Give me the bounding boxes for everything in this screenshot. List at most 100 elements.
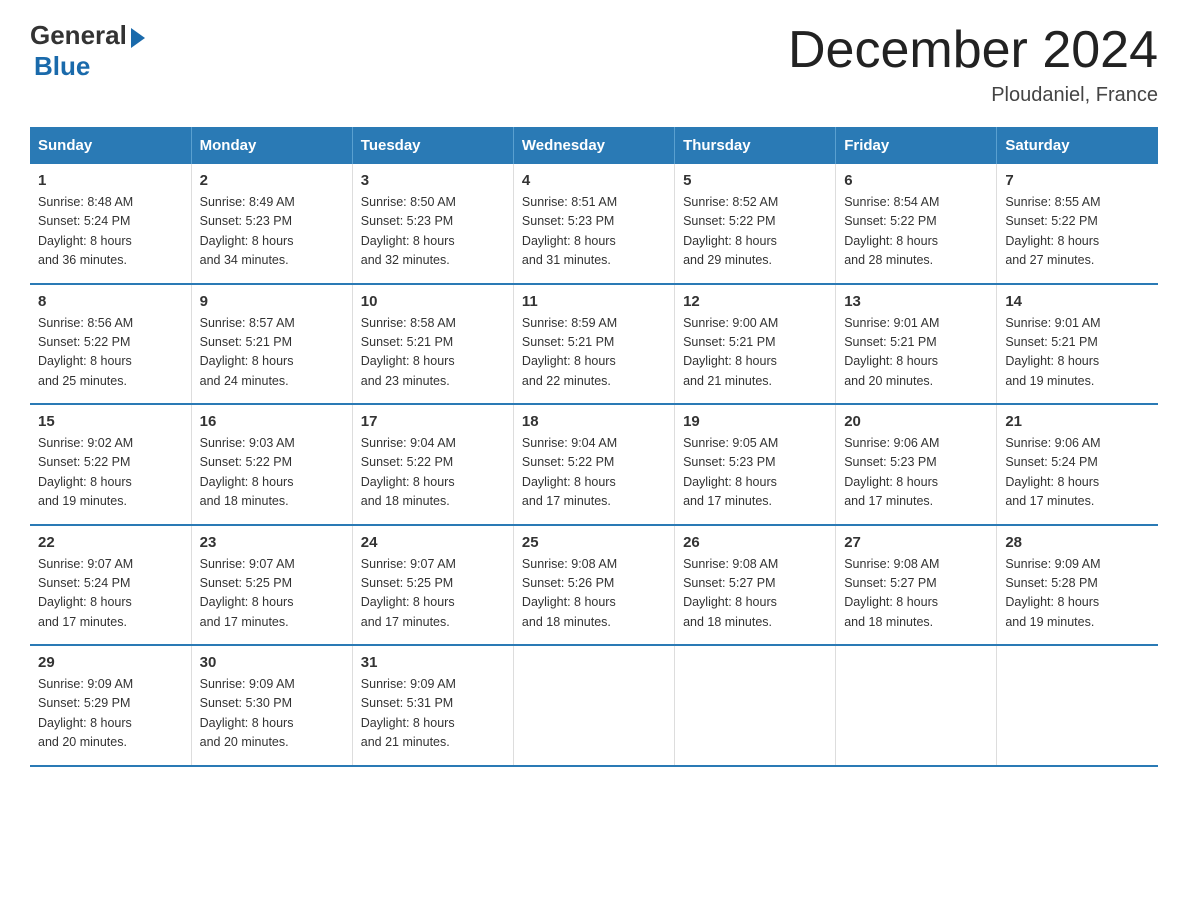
page-header: General Blue December 2024 Ploudaniel, F…	[30, 20, 1158, 107]
day-cell: 27 Sunrise: 9:08 AMSunset: 5:27 PMDayligh…	[836, 525, 997, 646]
day-info: Sunrise: 8:58 AMSunset: 5:21 PMDaylight:…	[361, 314, 505, 392]
day-number: 25	[522, 534, 666, 551]
day-info: Sunrise: 9:08 AMSunset: 5:27 PMDaylight:…	[683, 555, 827, 633]
day-info: Sunrise: 8:54 AMSunset: 5:22 PMDaylight:…	[844, 193, 988, 271]
day-cell: 4 Sunrise: 8:51 AMSunset: 5:23 PMDaylight…	[513, 164, 674, 284]
day-cell: 12 Sunrise: 9:00 AMSunset: 5:21 PMDayligh…	[675, 284, 836, 405]
day-info: Sunrise: 9:01 AMSunset: 5:21 PMDaylight:…	[1005, 314, 1150, 392]
day-cell: 8Sunrise: 8:56 AMSunset: 5:22 PMDaylight…	[30, 284, 191, 405]
day-info: Sunrise: 9:08 AMSunset: 5:26 PMDaylight:…	[522, 555, 666, 633]
column-header-tuesday: Tuesday	[352, 127, 513, 164]
day-info: Sunrise: 8:52 AMSunset: 5:22 PMDaylight:…	[683, 193, 827, 271]
day-number: 31	[361, 654, 505, 671]
day-info: Sunrise: 8:55 AMSunset: 5:22 PMDaylight:…	[1005, 193, 1150, 271]
day-cell: 14 Sunrise: 9:01 AMSunset: 5:21 PMDayligh…	[997, 284, 1158, 405]
day-number: 22	[38, 534, 183, 551]
day-cell: 21 Sunrise: 9:06 AMSunset: 5:24 PMDayligh…	[997, 404, 1158, 525]
day-number: 4	[522, 172, 666, 189]
day-cell: 11Sunrise: 8:59 AMSunset: 5:21 PMDayligh…	[513, 284, 674, 405]
column-header-friday: Friday	[836, 127, 997, 164]
day-cell: 6 Sunrise: 8:54 AMSunset: 5:22 PMDaylight…	[836, 164, 997, 284]
day-cell: 23 Sunrise: 9:07 AMSunset: 5:25 PMDayligh…	[191, 525, 352, 646]
day-number: 5	[683, 172, 827, 189]
day-cell: 13 Sunrise: 9:01 AMSunset: 5:21 PMDayligh…	[836, 284, 997, 405]
day-info: Sunrise: 9:02 AMSunset: 5:22 PMDaylight:…	[38, 434, 183, 512]
day-info: Sunrise: 9:01 AMSunset: 5:21 PMDaylight:…	[844, 314, 988, 392]
day-number: 19	[683, 413, 827, 430]
day-number: 6	[844, 172, 988, 189]
day-cell: 1 Sunrise: 8:48 AMSunset: 5:24 PMDaylight…	[30, 164, 191, 284]
day-info: Sunrise: 8:49 AMSunset: 5:23 PMDaylight:…	[200, 193, 344, 271]
day-number: 17	[361, 413, 505, 430]
day-number: 1	[38, 172, 183, 189]
day-cell: 19Sunrise: 9:05 AMSunset: 5:23 PMDayligh…	[675, 404, 836, 525]
day-info: Sunrise: 9:09 AMSunset: 5:28 PMDaylight:…	[1005, 555, 1150, 633]
day-number: 13	[844, 293, 988, 310]
day-cell: 20 Sunrise: 9:06 AMSunset: 5:23 PMDayligh…	[836, 404, 997, 525]
day-number: 7	[1005, 172, 1150, 189]
page-title: December 2024	[788, 20, 1158, 80]
calendar-table: SundayMondayTuesdayWednesdayThursdayFrid…	[30, 127, 1158, 767]
day-cell: 3 Sunrise: 8:50 AMSunset: 5:23 PMDaylight…	[352, 164, 513, 284]
day-cell: 2Sunrise: 8:49 AMSunset: 5:23 PMDaylight…	[191, 164, 352, 284]
day-cell: 18Sunrise: 9:04 AMSunset: 5:22 PMDayligh…	[513, 404, 674, 525]
day-cell: 24Sunrise: 9:07 AMSunset: 5:25 PMDayligh…	[352, 525, 513, 646]
day-cell: 10 Sunrise: 8:58 AMSunset: 5:21 PMDayligh…	[352, 284, 513, 405]
day-info: Sunrise: 8:48 AMSunset: 5:24 PMDaylight:…	[38, 193, 183, 271]
column-header-thursday: Thursday	[675, 127, 836, 164]
day-info: Sunrise: 9:08 AMSunset: 5:27 PMDaylight:…	[844, 555, 988, 633]
week-row-3: 15 Sunrise: 9:02 AMSunset: 5:22 PMDayligh…	[30, 404, 1158, 525]
week-row-5: 29Sunrise: 9:09 AMSunset: 5:29 PMDayligh…	[30, 645, 1158, 766]
day-number: 30	[200, 654, 344, 671]
logo-general-text: General	[30, 20, 127, 51]
day-info: Sunrise: 8:51 AMSunset: 5:23 PMDaylight:…	[522, 193, 666, 271]
day-info: Sunrise: 9:00 AMSunset: 5:21 PMDaylight:…	[683, 314, 827, 392]
day-number: 12	[683, 293, 827, 310]
day-cell: 22Sunrise: 9:07 AMSunset: 5:24 PMDayligh…	[30, 525, 191, 646]
day-cell	[836, 645, 997, 766]
day-info: Sunrise: 8:50 AMSunset: 5:23 PMDaylight:…	[361, 193, 505, 271]
day-number: 16	[200, 413, 344, 430]
day-number: 20	[844, 413, 988, 430]
day-number: 8	[38, 293, 183, 310]
day-number: 23	[200, 534, 344, 551]
day-number: 15	[38, 413, 183, 430]
day-info: Sunrise: 9:04 AMSunset: 5:22 PMDaylight:…	[361, 434, 505, 512]
day-cell: 15 Sunrise: 9:02 AMSunset: 5:22 PMDayligh…	[30, 404, 191, 525]
day-number: 21	[1005, 413, 1150, 430]
day-number: 27	[844, 534, 988, 551]
day-info: Sunrise: 9:04 AMSunset: 5:22 PMDaylight:…	[522, 434, 666, 512]
day-info: Sunrise: 8:59 AMSunset: 5:21 PMDaylight:…	[522, 314, 666, 392]
week-row-2: 8Sunrise: 8:56 AMSunset: 5:22 PMDaylight…	[30, 284, 1158, 405]
day-info: Sunrise: 8:57 AMSunset: 5:21 PMDaylight:…	[200, 314, 344, 392]
title-section: December 2024 Ploudaniel, France	[788, 20, 1158, 107]
day-info: Sunrise: 9:06 AMSunset: 5:24 PMDaylight:…	[1005, 434, 1150, 512]
day-cell: 5 Sunrise: 8:52 AMSunset: 5:22 PMDaylight…	[675, 164, 836, 284]
day-info: Sunrise: 9:07 AMSunset: 5:25 PMDaylight:…	[361, 555, 505, 633]
logo-blue-text: Blue	[34, 51, 90, 82]
column-header-monday: Monday	[191, 127, 352, 164]
logo-arrow-icon	[131, 28, 145, 48]
column-header-wednesday: Wednesday	[513, 127, 674, 164]
day-cell: 30 Sunrise: 9:09 AMSunset: 5:30 PMDayligh…	[191, 645, 352, 766]
day-info: Sunrise: 9:07 AMSunset: 5:25 PMDaylight:…	[200, 555, 344, 633]
day-cell: 25 Sunrise: 9:08 AMSunset: 5:26 PMDayligh…	[513, 525, 674, 646]
day-cell: 26 Sunrise: 9:08 AMSunset: 5:27 PMDayligh…	[675, 525, 836, 646]
day-info: Sunrise: 9:06 AMSunset: 5:23 PMDaylight:…	[844, 434, 988, 512]
week-row-4: 22Sunrise: 9:07 AMSunset: 5:24 PMDayligh…	[30, 525, 1158, 646]
day-number: 10	[361, 293, 505, 310]
logo: General Blue	[30, 20, 145, 82]
day-number: 26	[683, 534, 827, 551]
subtitle: Ploudaniel, France	[788, 84, 1158, 107]
day-number: 9	[200, 293, 344, 310]
day-cell: 29Sunrise: 9:09 AMSunset: 5:29 PMDayligh…	[30, 645, 191, 766]
day-cell	[513, 645, 674, 766]
week-row-1: 1 Sunrise: 8:48 AMSunset: 5:24 PMDaylight…	[30, 164, 1158, 284]
day-number: 3	[361, 172, 505, 189]
day-cell: 31Sunrise: 9:09 AMSunset: 5:31 PMDayligh…	[352, 645, 513, 766]
calendar-header-row: SundayMondayTuesdayWednesdayThursdayFrid…	[30, 127, 1158, 164]
day-cell: 9 Sunrise: 8:57 AMSunset: 5:21 PMDaylight…	[191, 284, 352, 405]
day-cell	[997, 645, 1158, 766]
day-number: 14	[1005, 293, 1150, 310]
day-info: Sunrise: 9:09 AMSunset: 5:30 PMDaylight:…	[200, 675, 344, 753]
